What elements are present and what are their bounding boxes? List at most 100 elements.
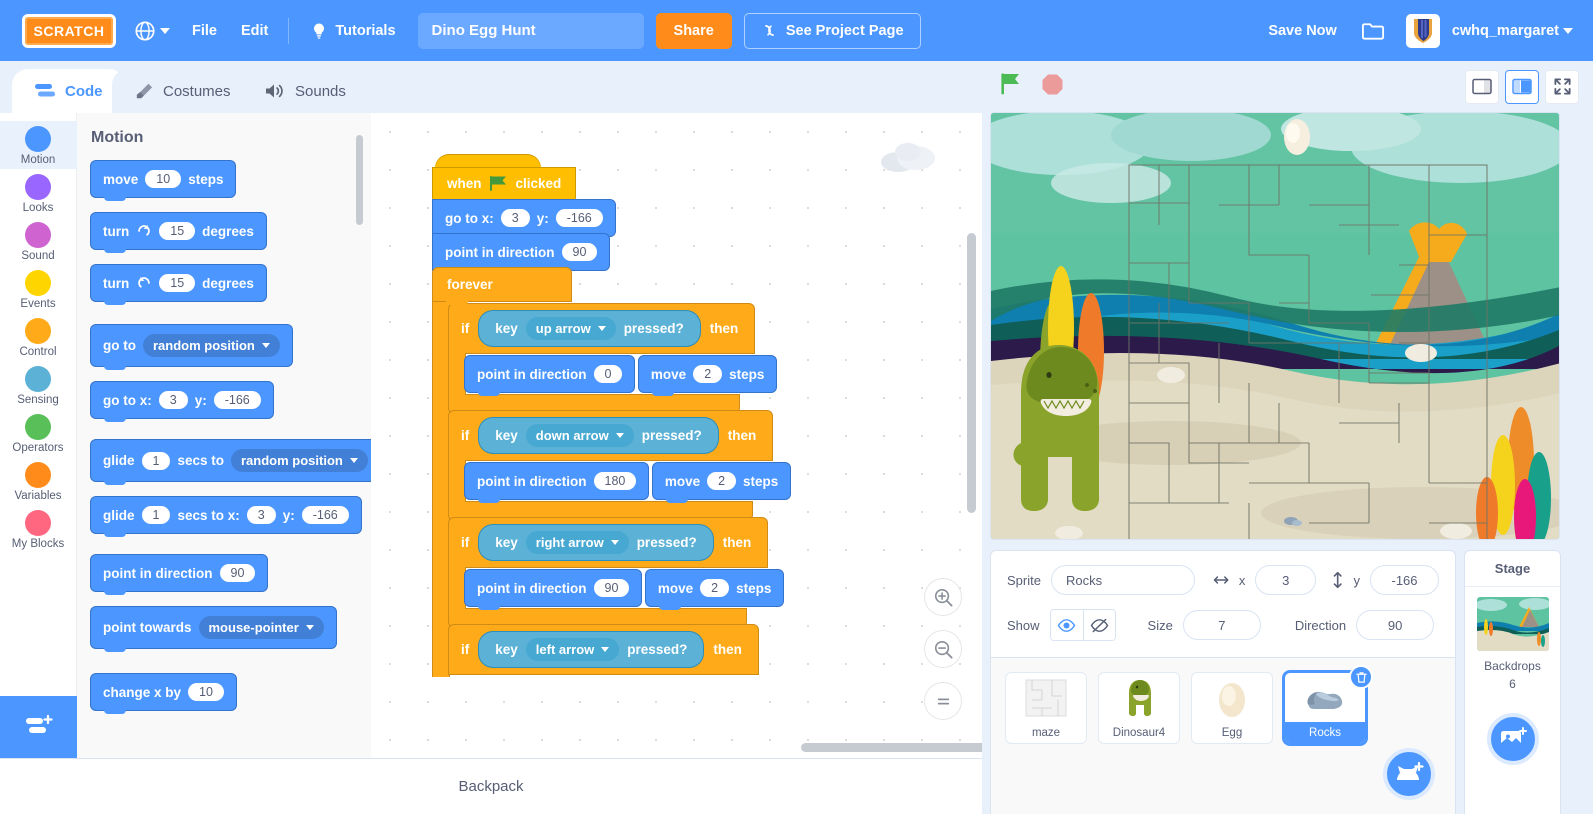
account-menu[interactable]: cwhq_margaret — [1398, 10, 1581, 52]
tab-code[interactable]: Code — [12, 69, 125, 113]
block-input-steps[interactable]: 2 — [707, 472, 737, 490]
block-if-then[interactable]: if key up arrow pressed? then point in d… — [449, 304, 790, 413]
sprite-card-maze[interactable]: maze — [1005, 672, 1087, 744]
block-input-direction[interactable]: 0 — [593, 365, 623, 383]
block-input-direction[interactable]: 90 — [219, 564, 256, 582]
block-input-steps[interactable]: 2 — [700, 579, 730, 597]
category-sensing[interactable]: Sensing — [0, 361, 77, 409]
block-key-pressed[interactable]: key right arrow pressed? — [479, 525, 713, 560]
sprite-y-input[interactable]: -166 — [1370, 565, 1439, 595]
script-stack[interactable]: when clicked go to x: 3 y: -166 point in… — [433, 155, 791, 677]
block-palette[interactable]: Motion move 10 steps turn 15 degrees tur… — [77, 113, 371, 758]
block-input-y[interactable]: -166 — [555, 209, 603, 227]
backpack-bar[interactable]: Backpack — [0, 758, 982, 814]
add-sprite-button[interactable] — [1383, 748, 1435, 800]
palette-block-point-towards[interactable]: point towards mouse-pointer — [91, 607, 371, 652]
key-dropdown[interactable]: down arrow — [525, 424, 634, 447]
block-key-pressed[interactable]: key up arrow pressed? — [479, 311, 700, 346]
workspace-vertical-scrollbar[interactable] — [967, 233, 976, 513]
block-point-in-direction[interactable]: point in direction 90 — [465, 570, 642, 610]
scratch-logo[interactable]: SCRATCH — [22, 13, 116, 48]
block-input-degrees[interactable]: 15 — [159, 274, 196, 292]
add-extension-button[interactable] — [0, 696, 77, 758]
menu-edit[interactable]: Edit — [229, 17, 280, 45]
block-input-direction[interactable]: 90 — [561, 243, 598, 261]
block-input-x[interactable]: 3 — [246, 506, 276, 524]
add-backdrop-button[interactable] — [1486, 713, 1539, 765]
block-if-then[interactable]: if key down arrow pressed? then point in… — [449, 411, 791, 520]
block-input-direction[interactable]: 180 — [593, 472, 637, 490]
see-project-page-button[interactable]: See Project Page — [743, 12, 921, 49]
key-dropdown[interactable]: right arrow — [525, 531, 629, 554]
sprite-name-input[interactable]: Rocks — [1050, 565, 1195, 595]
palette-block-move[interactable]: move 10 steps — [91, 161, 371, 201]
block-input-value[interactable]: 10 — [188, 683, 224, 701]
save-now-button[interactable]: Save Now — [1256, 17, 1349, 45]
block-input-x[interactable]: 3 — [158, 391, 188, 409]
block-move-steps[interactable]: move 2 steps — [645, 570, 784, 610]
block-input-y[interactable]: -166 — [301, 506, 349, 524]
block-point-in-direction[interactable]: point in direction 180 — [465, 463, 649, 503]
large-stage-button[interactable] — [1505, 69, 1539, 104]
my-stuff-button[interactable] — [1349, 14, 1398, 48]
language-selector[interactable] — [124, 14, 180, 48]
sprite-card-rocks[interactable]: Rocks — [1284, 665, 1373, 744]
zoom-reset-button[interactable] — [924, 682, 962, 720]
stop-button[interactable] — [1040, 72, 1065, 102]
block-input-secs[interactable]: 1 — [141, 506, 171, 524]
fullscreen-button[interactable] — [1545, 69, 1579, 104]
block-input-secs[interactable]: 1 — [141, 451, 171, 470]
key-dropdown[interactable]: up arrow — [525, 317, 616, 340]
tab-costumes[interactable]: Costumes — [112, 69, 253, 113]
category-sound[interactable]: Sound — [0, 217, 77, 265]
block-if-then[interactable]: if key right arrow pressed? then point i… — [449, 518, 790, 627]
block-when-flag-clicked[interactable]: when clicked — [433, 155, 790, 206]
menu-tutorials[interactable]: Tutorials — [297, 15, 407, 47]
palette-block-goto-xy[interactable]: go to x: 3 y: -166 — [91, 382, 371, 422]
delete-sprite-button[interactable] — [1349, 665, 1373, 689]
palette-block-change-x[interactable]: change x by 10 — [91, 674, 371, 714]
block-input-x[interactable]: 3 — [500, 209, 530, 227]
workspace-horizontal-scrollbar[interactable] — [801, 743, 982, 752]
block-key-pressed[interactable]: key down arrow pressed? — [479, 418, 718, 453]
block-forever[interactable]: forever if key up arrow pressed? then po… — [433, 268, 791, 677]
block-dropdown-target[interactable]: random position — [143, 334, 280, 357]
palette-block-goto[interactable]: go to random position — [91, 325, 371, 370]
block-move-steps[interactable]: move 2 steps — [652, 463, 791, 503]
block-go-to-xy[interactable]: go to x: 3 y: -166 — [433, 200, 790, 240]
palette-block-turn-cw[interactable]: turn 15 degrees — [91, 213, 371, 253]
share-button[interactable]: Share — [655, 12, 732, 49]
block-input-y[interactable]: -166 — [213, 391, 261, 409]
category-my-blocks[interactable]: My Blocks — [0, 505, 77, 553]
code-workspace[interactable]: when clicked go to x: 3 y: -166 point in… — [371, 113, 982, 758]
palette-block-point-direction[interactable]: point in direction 90 — [91, 555, 371, 595]
palette-block-glide-xy[interactable]: glide 1 secs to x: 3 y: -166 — [91, 497, 371, 537]
block-dropdown-target[interactable]: mouse-pointer — [198, 616, 324, 639]
block-dropdown-target[interactable]: random position — [231, 449, 368, 472]
category-operators[interactable]: Operators — [0, 409, 77, 457]
block-if-then-partial[interactable]: if key left arrow pressed? then — [449, 625, 790, 674]
show-sprite-button[interactable] — [1050, 610, 1083, 640]
stage-selector-panel[interactable]: Stage Backdrops 6 — [1464, 550, 1561, 814]
category-variables[interactable]: Variables — [0, 457, 77, 505]
zoom-in-button[interactable] — [924, 578, 962, 616]
palette-block-glide[interactable]: glide 1 secs to random position — [91, 440, 371, 485]
block-input-steps[interactable]: 2 — [693, 365, 723, 383]
block-point-in-direction[interactable]: point in direction 0 — [465, 356, 635, 396]
stage-canvas[interactable] — [990, 112, 1560, 540]
menu-file[interactable]: File — [180, 17, 229, 45]
key-dropdown[interactable]: left arrow — [525, 638, 620, 661]
green-flag-button[interactable] — [998, 71, 1024, 102]
hide-sprite-button[interactable] — [1082, 610, 1115, 640]
tab-sounds[interactable]: Sounds — [242, 69, 368, 113]
small-stage-button[interactable] — [1465, 69, 1499, 104]
sprite-card-dinosaur4[interactable]: Dinosaur4 — [1098, 672, 1180, 744]
category-looks[interactable]: Looks — [0, 169, 77, 217]
sprite-direction-input[interactable]: 90 — [1356, 610, 1435, 640]
block-input-degrees[interactable]: 15 — [159, 222, 196, 240]
palette-scrollbar[interactable] — [356, 135, 363, 225]
block-input-direction[interactable]: 90 — [593, 579, 630, 597]
block-input-steps[interactable]: 10 — [145, 170, 182, 188]
category-motion[interactable]: Motion — [0, 121, 77, 169]
sprite-x-input[interactable]: 3 — [1255, 565, 1317, 595]
